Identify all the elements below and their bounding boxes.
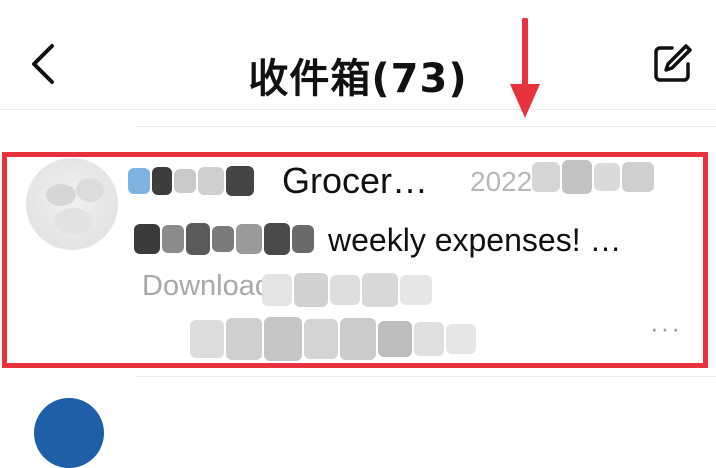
row-divider [136, 126, 716, 127]
compose-button[interactable] [652, 42, 694, 84]
redacted-sender-prefix [128, 166, 256, 196]
email-date: 2022 [470, 166, 533, 197]
redacted-preview [262, 272, 434, 308]
compose-icon [654, 44, 692, 82]
redacted-footer [190, 316, 478, 362]
top-bar: 收件箱(73) [0, 0, 716, 110]
avatar [34, 398, 104, 468]
email-subject: weekly expenses! … [328, 222, 622, 258]
redacted-subject-prefix [134, 222, 316, 256]
more-options-icon[interactable]: ··· [650, 315, 684, 341]
header-divider [0, 109, 716, 110]
email-sender: Grocer… [282, 160, 429, 201]
annotation-arrow [508, 17, 542, 120]
avatar [26, 158, 118, 250]
page-title: 收件箱(73) [248, 56, 468, 102]
row-divider [136, 376, 716, 377]
redacted-date-suffix [532, 160, 656, 194]
email-preview: Download [142, 270, 271, 302]
